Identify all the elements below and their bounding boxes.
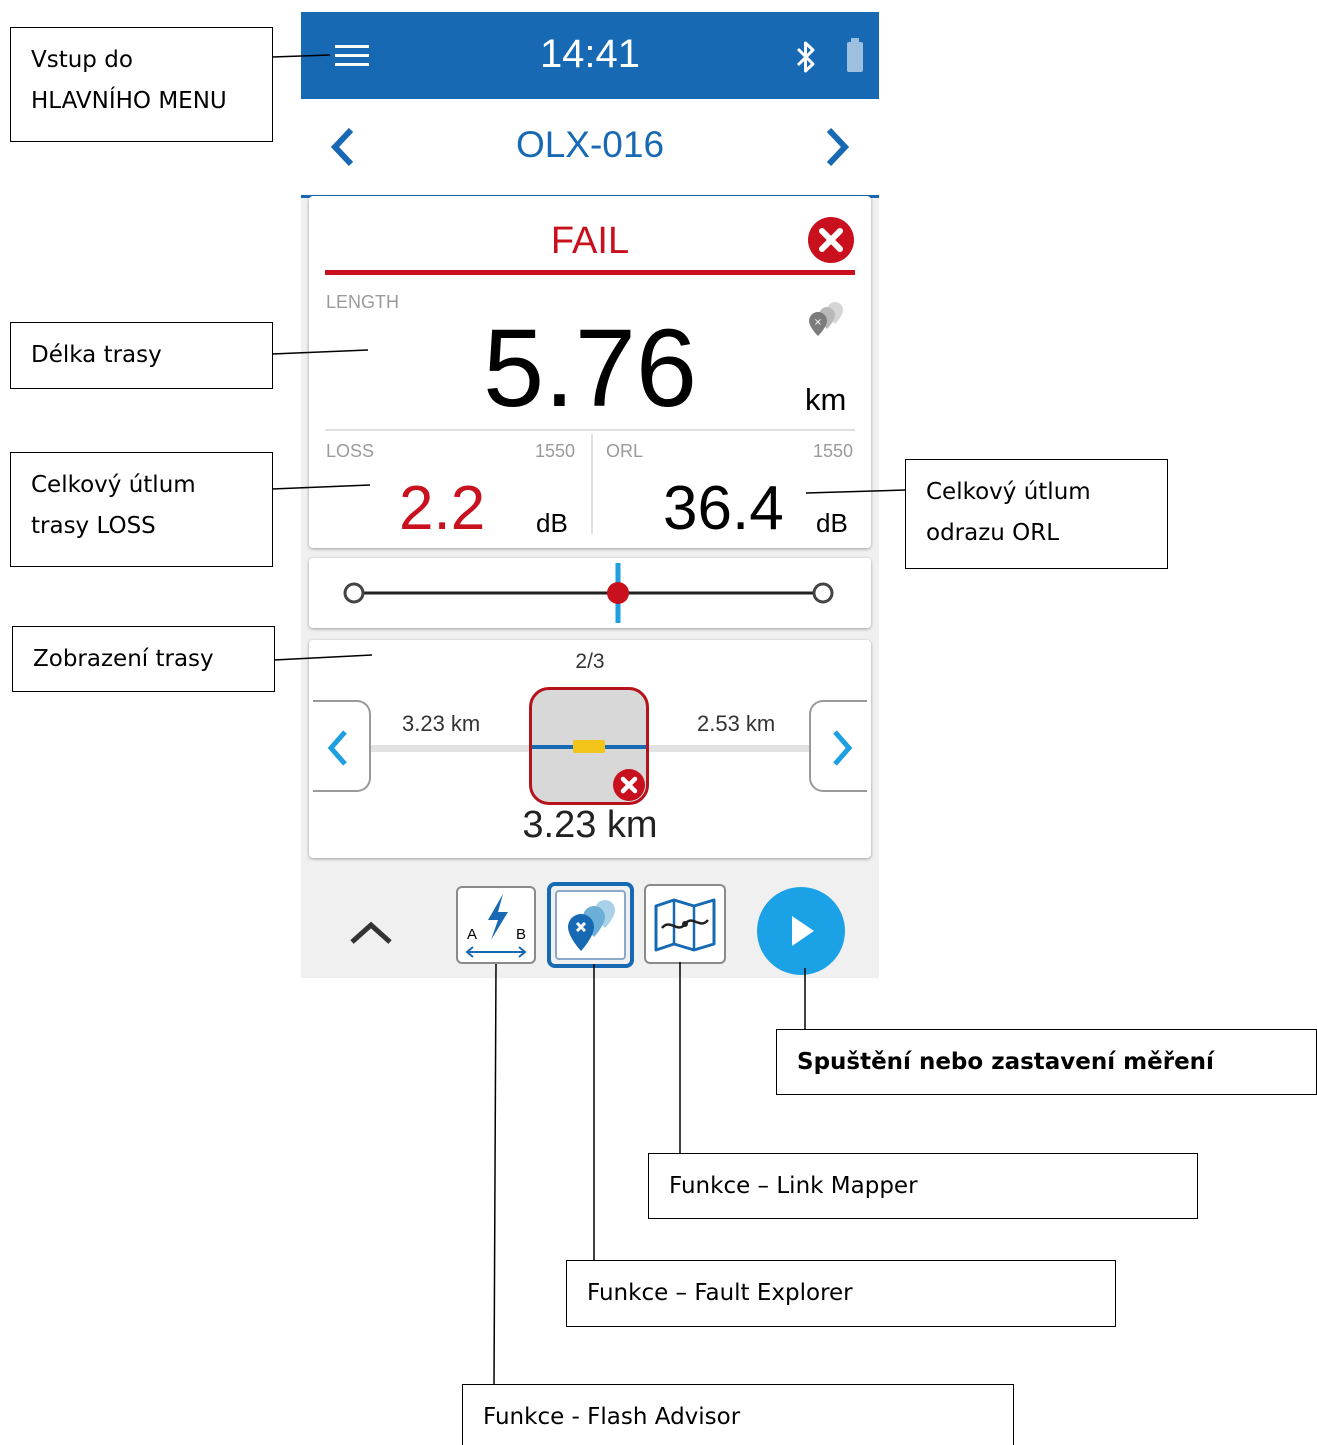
callout-total-orl: Celkový útlum odrazu ORL xyxy=(905,459,1168,569)
flash-advisor-icon xyxy=(465,894,527,958)
flash-advisor-b-label: B xyxy=(516,926,527,943)
result-card: FAIL LENGTH × 5.76 km LOSS 1550 2.2 dB O… xyxy=(309,196,871,548)
previous-event-button[interactable] xyxy=(313,700,371,792)
bluetooth-icon xyxy=(796,41,815,73)
length-value: 5.76 xyxy=(482,307,698,430)
length-unit: km xyxy=(805,382,847,417)
next-event-chevron-icon xyxy=(833,730,853,766)
link-mapper-button[interactable] xyxy=(644,884,726,964)
fault-explorer-pins-icon xyxy=(568,900,615,951)
orl-label: ORL xyxy=(606,441,644,461)
navigation-bar: OLX-016 xyxy=(301,99,879,198)
callout-flash-advisor: Funkce - Flash Advisor xyxy=(462,1384,1014,1445)
length-label: LENGTH xyxy=(326,292,400,312)
previous-event-chevron-icon xyxy=(327,730,347,766)
callout-link-mapper: Funkce – Link Mapper xyxy=(648,1153,1198,1219)
orl-unit: dB xyxy=(816,508,848,538)
event-distance: 3.23 km xyxy=(522,804,658,846)
status-bar: 14:41 xyxy=(301,12,879,99)
callout-fault-explorer: Funkce – Fault Explorer xyxy=(566,1260,1116,1327)
page-title: OLX-016 xyxy=(515,124,665,165)
trace-card: 2/3 3.23 km 2.53 km 3.23 km xyxy=(309,640,871,858)
fail-x-icon xyxy=(808,217,854,263)
fail-status: FAIL xyxy=(550,220,630,262)
fail-underline xyxy=(325,270,855,275)
callout-route-view: Zobrazení trasy xyxy=(12,626,275,692)
flash-advisor-button[interactable]: A B xyxy=(456,886,536,964)
flash-advisor-a-label: A xyxy=(467,926,478,943)
loss-value: 2.2 xyxy=(399,474,486,543)
fault-explorer-button[interactable] xyxy=(547,882,634,968)
fault-event-tile[interactable] xyxy=(529,687,649,805)
link-mapper-icon xyxy=(654,898,716,952)
battery-icon xyxy=(847,38,863,72)
right-section-distance: 2.53 km xyxy=(697,711,776,736)
orl-value: 36.4 xyxy=(663,474,784,543)
event-fail-x-icon xyxy=(613,769,645,801)
link-overview-slider[interactable] xyxy=(309,558,871,628)
next-event-button[interactable] xyxy=(809,700,867,792)
callout-total-loss: Celkový útlum trasy LOSS xyxy=(10,452,273,567)
left-section-distance: 3.23 km xyxy=(402,711,481,736)
start-stop-button[interactable] xyxy=(756,886,846,976)
bottom-toolbar: A B xyxy=(301,868,879,978)
expand-up-chevron-icon[interactable] xyxy=(348,920,394,946)
orl-wavelength: 1550 xyxy=(813,441,854,461)
divider xyxy=(325,429,855,431)
event-counter: 2/3 xyxy=(575,650,605,673)
loss-label: LOSS xyxy=(326,441,375,461)
callout-start-stop: Spuštění nebo zastavení měření xyxy=(776,1029,1317,1095)
link-overview-card xyxy=(309,558,871,628)
callout-route-length: Délka trasy xyxy=(10,322,273,389)
connector-icon xyxy=(573,740,605,753)
phone-screen: 14:41 OLX-016 FAIL LENGTH × 5.76 km LOSS… xyxy=(301,12,879,978)
loss-unit: dB xyxy=(536,508,568,538)
next-chevron-icon[interactable] xyxy=(823,126,851,168)
column-divider xyxy=(591,434,593,534)
loss-wavelength: 1550 xyxy=(535,441,576,461)
callout-main-menu: Vstup do HLAVNÍHO MENU xyxy=(10,27,273,142)
